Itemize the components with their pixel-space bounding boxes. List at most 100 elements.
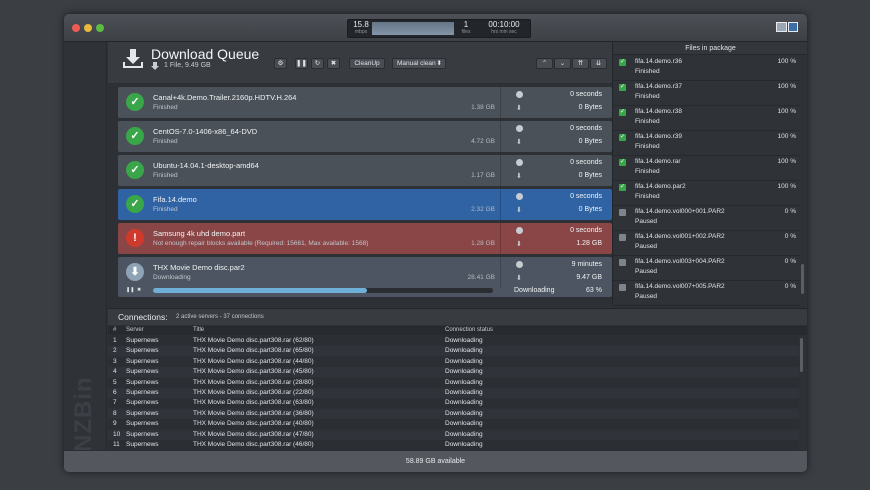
file-name: fifa.14.demo.vol007+005.PAR2 — [635, 283, 725, 290]
file-row[interactable]: ✓ fifa.14.demo.par2 Finished 100 % — [613, 181, 800, 206]
move-bottom-button[interactable]: ⇊ — [590, 58, 607, 69]
file-status: Finished — [635, 143, 660, 150]
cancel-item-button[interactable]: ✖ — [137, 287, 145, 293]
file-status: Paused — [635, 243, 658, 250]
view-toggle-buttons[interactable] — [776, 22, 798, 32]
item-bytes-remaining: 1.28 GB — [576, 240, 602, 247]
item-time-remaining: 0 seconds — [570, 227, 602, 234]
column-header-index[interactable]: # — [113, 327, 116, 333]
updown-chevron-icon: ⬍ — [436, 60, 442, 67]
file-row[interactable]: fifa.14.demo.vol000+001.PAR2 Paused 0 % — [613, 206, 800, 231]
unchecked-checkbox-icon[interactable] — [619, 259, 626, 266]
close-icon: ✖ — [330, 60, 337, 67]
file-row[interactable]: ✓ fifa.14.demo.r39 Finished 100 % — [613, 131, 800, 156]
pause-button[interactable]: ❚❚ — [295, 58, 308, 69]
checked-checkbox-icon[interactable]: ✓ — [619, 159, 626, 166]
file-row[interactable]: fifa.14.demo.vol001+002.PAR2 Paused 0 % — [613, 231, 800, 256]
connection-row[interactable]: 6 Supernews THX Movie Demo disc.part308.ra… — [108, 388, 799, 398]
file-name: fifa.14.demo.r37 — [635, 83, 682, 90]
move-top-button[interactable]: ⇈ — [572, 58, 589, 69]
connection-title: THX Movie Demo disc.part308.rar (46/80) — [193, 441, 314, 448]
move-up-button[interactable]: ⌃ — [536, 58, 553, 69]
cleanup-button[interactable]: CleanUp — [349, 58, 385, 69]
connection-server: Supernews — [126, 389, 159, 396]
chevron-up-icon: ⌃ — [541, 60, 548, 67]
connection-server: Supernews — [126, 430, 159, 438]
remove-button[interactable]: ✖ — [327, 58, 340, 69]
connection-row[interactable]: 9 Supernews THX Movie Demo disc.part308.ra… — [108, 419, 799, 430]
column-header-server[interactable]: Server — [126, 327, 144, 333]
checked-checkbox-icon[interactable]: ✓ — [619, 59, 626, 66]
status-footer: 58.89 GB available — [64, 450, 807, 472]
zoom-window-button[interactable] — [96, 24, 104, 32]
minimize-window-button[interactable] — [84, 24, 92, 32]
item-bytes-remaining: 0 Bytes — [578, 206, 602, 213]
connection-row[interactable]: 11 Supernews THX Movie Demo disc.part308.r… — [108, 440, 799, 450]
connection-row[interactable]: 3 Supernews THX Movie Demo disc.part308.ra… — [108, 356, 799, 367]
progress-label: Downloading — [514, 287, 555, 294]
connection-index: 6 — [113, 389, 117, 396]
move-down-button[interactable]: ⌄ — [554, 58, 571, 69]
checked-checkbox-icon[interactable]: ✓ — [619, 184, 626, 191]
unchecked-checkbox-icon[interactable] — [619, 284, 626, 291]
settings-button[interactable]: ⚙ — [274, 58, 287, 69]
connection-row[interactable]: 10 Supernews THX Movie Demo disc.part308.r… — [108, 429, 799, 440]
manual-clean-select[interactable]: Manual clean ⬍ — [392, 58, 446, 69]
files-scrollbar[interactable] — [801, 264, 804, 294]
time-stat: 00:10:00 hrs min sec — [478, 21, 530, 35]
queue-item[interactable]: ✓ Fifa.14.demo Finished 2.32 GB 0 seconds ⬇ 0 … — [118, 189, 612, 220]
column-header-status[interactable]: Connection status — [445, 327, 493, 333]
connection-status: Downloading — [445, 357, 483, 365]
connection-server: Supernews — [126, 378, 159, 386]
connection-row[interactable]: 2 Supernews THX Movie Demo disc.part308.ra… — [108, 346, 799, 357]
pause-item-button[interactable]: ❚❚ — [126, 287, 134, 293]
queue-item[interactable]: ⬇ THX Movie Demo disc.par2 Downloading 28.4… — [118, 257, 612, 297]
connection-row[interactable]: 8 Supernews THX Movie Demo disc.part308.ra… — [108, 408, 799, 419]
file-row[interactable]: fifa.14.demo.vol003+004.PAR2 Paused 0 % — [613, 256, 800, 281]
checkmark-icon: ✓ — [126, 161, 144, 179]
file-name: fifa.14.demo.r36 — [635, 58, 682, 65]
close-window-button[interactable] — [72, 24, 80, 32]
item-size: 1.28 GB — [471, 240, 495, 247]
checked-checkbox-icon[interactable]: ✓ — [619, 84, 626, 91]
connections-scrollbar[interactable] — [800, 338, 803, 372]
connection-index: 8 — [113, 409, 117, 417]
retry-button[interactable]: ↻ — [311, 58, 324, 69]
connection-row[interactable]: 7 Supernews THX Movie Demo disc.part308.ra… — [108, 398, 799, 409]
file-row[interactable]: ✓ fifa.14.demo.r38 Finished 100 % — [613, 106, 800, 131]
queue-item[interactable]: ! Samsung 4k uhd demo.part Not enough repa… — [118, 223, 612, 254]
file-name: fifa.14.demo.vol003+004.PAR2 — [635, 258, 725, 265]
unchecked-checkbox-icon[interactable] — [619, 234, 626, 241]
checked-checkbox-icon[interactable]: ✓ — [619, 109, 626, 116]
item-size: 28.41 GB — [467, 274, 495, 281]
connection-row[interactable]: 4 Supernews THX Movie Demo disc.part308.ra… — [108, 367, 799, 378]
connection-server: Supernews — [126, 347, 159, 355]
connection-row[interactable]: 1 Supernews THX Movie Demo disc.part308.ra… — [108, 336, 799, 346]
file-percent: 0 % — [784, 233, 796, 240]
queue-item[interactable]: ✓ CentOS-7.0-1406-x86_64-DVD Finished 4.72 … — [118, 121, 612, 152]
item-status: Not enough repair blocks available (Requ… — [153, 240, 369, 247]
manual-clean-label: Manual clean — [397, 60, 436, 67]
connection-status: Downloading — [445, 378, 483, 386]
connection-index: 10 — [113, 430, 121, 438]
brand-watermark: NZBin — [70, 376, 97, 452]
file-percent: 100 % — [777, 83, 796, 90]
item-name: THX Movie Demo disc.par2 — [153, 263, 245, 272]
queue-item[interactable]: ✓ Canal+4k.Demo.Trailer.2160p.HDTV.H.264 F… — [118, 87, 612, 118]
connection-status: Downloading — [445, 368, 483, 376]
queue-item[interactable]: ✓ Ubuntu-14.04.1-desktop-amd64 Finished 1.1… — [118, 155, 612, 186]
file-row[interactable]: ✓ fifa.14.demo.rar Finished 100 % — [613, 156, 800, 181]
file-row[interactable]: ✓ fifa.14.demo.r37 Finished 100 % — [613, 81, 800, 106]
file-row[interactable]: ✓ fifa.14.demo.r36 Finished 100 % — [613, 56, 800, 81]
column-header-title[interactable]: Title — [193, 327, 204, 333]
file-row[interactable]: fifa.14.demo.vol007+005.PAR2 Paused 0 % — [613, 281, 800, 306]
file-status: Finished — [635, 93, 660, 100]
connection-index: 2 — [113, 347, 117, 355]
file-percent: 100 % — [777, 183, 796, 190]
unchecked-checkbox-icon[interactable] — [619, 209, 626, 216]
file-name: fifa.14.demo.rar — [635, 158, 681, 165]
progress-track — [153, 288, 493, 293]
connection-title: THX Movie Demo disc.part308.rar (62/80) — [193, 337, 314, 344]
checked-checkbox-icon[interactable]: ✓ — [619, 134, 626, 141]
connection-row[interactable]: 5 Supernews THX Movie Demo disc.part308.ra… — [108, 377, 799, 388]
